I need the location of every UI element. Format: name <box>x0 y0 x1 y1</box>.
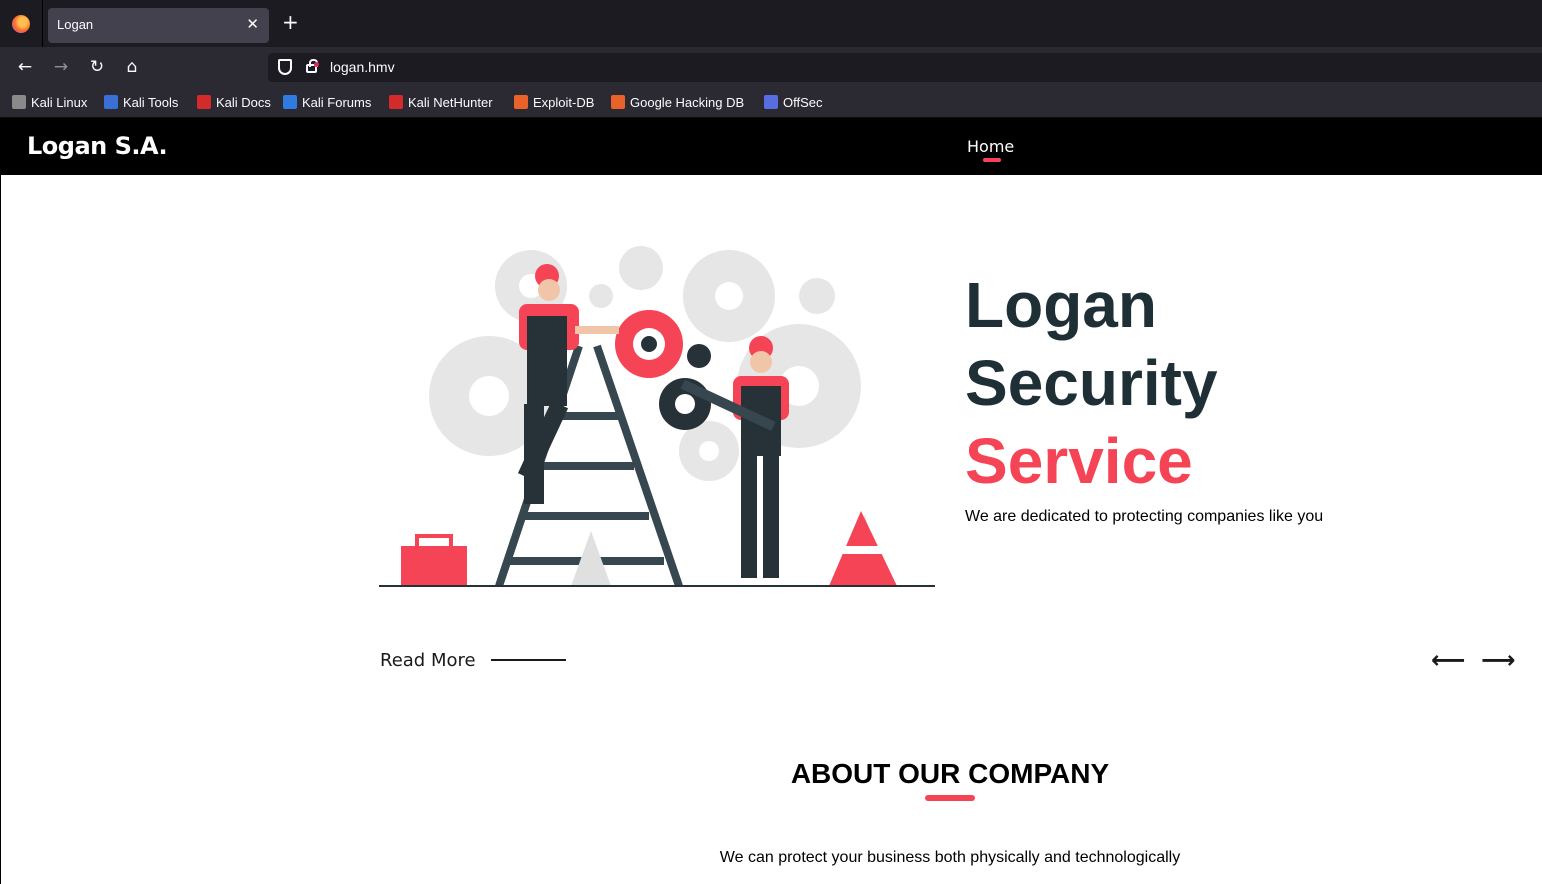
back-arrow-icon[interactable]: ← <box>14 56 36 78</box>
bookmark-item[interactable]: Exploit-DB <box>514 95 594 111</box>
bookmark-label: OffSec <box>783 95 823 110</box>
bookmark-item[interactable]: Kali NetHunter <box>389 95 493 111</box>
bookmark-item[interactable]: OffSec <box>764 95 823 111</box>
new-tab-button[interactable]: + <box>282 12 299 32</box>
hero-title-line-2: Security <box>965 347 1218 419</box>
bookmark-favicon-icon <box>197 95 211 109</box>
hero-title: Logan Security Service <box>965 266 1218 500</box>
read-more-line <box>491 659 566 661</box>
toolbox-icon <box>401 546 467 586</box>
browser-tab[interactable]: Logan ✕ <box>48 8 269 43</box>
hero-title-accent: Service <box>965 425 1193 497</box>
bookmark-label: Kali Forums <box>302 95 372 110</box>
bookmark-label: Google Hacking DB <box>630 95 745 110</box>
url-text[interactable]: logan.hmv <box>330 59 395 75</box>
bookmark-label: Kali Linux <box>31 95 88 110</box>
bookmark-label: Kali Tools <box>123 95 179 110</box>
tab-title: Logan <box>57 17 94 32</box>
insecure-lock-icon[interactable] <box>306 59 319 73</box>
hero-illustration <box>379 246 935 588</box>
bookmark-favicon-icon <box>12 95 26 109</box>
close-icon[interactable]: ✕ <box>246 15 259 33</box>
carousel-prev-arrow-icon[interactable]: ⟵ <box>1431 646 1465 674</box>
about-section-title: ABOUT OUR COMPANY <box>790 758 1110 789</box>
bookmark-item[interactable]: Kali Docs <box>197 95 271 111</box>
bookmark-item[interactable]: Kali Linux <box>12 95 87 111</box>
bookmark-favicon-icon <box>514 95 528 109</box>
bookmark-item[interactable]: Google Hacking DB <box>611 95 744 111</box>
bookmark-label: Kali NetHunter <box>408 95 493 110</box>
firefox-icon[interactable] <box>12 15 30 33</box>
home-icon[interactable]: ⌂ <box>121 56 143 78</box>
nav-link-home[interactable]: Home <box>967 137 1014 156</box>
carousel-next-arrow-icon[interactable]: ⟶ <box>1481 646 1515 674</box>
tab-strip: Logan ✕ + <box>0 0 1542 47</box>
hero-subtitle: We are dedicated to protecting companies… <box>965 508 1324 525</box>
address-bar[interactable]: logan.hmv <box>268 53 1542 82</box>
bookmarks-toolbar: Kali Linux Kali Tools Kali Docs Kali Forums… <box>0 87 1542 118</box>
tab-separator <box>42 0 43 47</box>
bookmark-favicon-icon <box>611 95 625 109</box>
hero-title-line-1: Logan <box>965 269 1157 341</box>
reload-icon[interactable]: ↻ <box>86 56 108 78</box>
bookmark-favicon-icon <box>283 95 297 109</box>
read-more-link[interactable]: Read More <box>380 650 476 671</box>
bookmark-label: Exploit-DB <box>533 95 595 110</box>
bookmark-item[interactable]: Kali Tools <box>104 95 178 111</box>
about-title-underline <box>925 795 975 801</box>
bookmark-favicon-icon <box>389 95 403 109</box>
forward-arrow-icon[interactable]: → <box>50 56 72 78</box>
site-brand-logo[interactable]: Logan S.A. <box>27 132 168 160</box>
page-content: Logan S.A. Home Logan Security Service W… <box>0 118 1542 884</box>
bookmark-label: Kali Docs <box>216 95 271 110</box>
bookmark-favicon-icon <box>104 95 118 109</box>
nav-active-indicator <box>983 158 1001 162</box>
tracking-protection-shield-icon[interactable] <box>278 59 292 75</box>
site-header: Logan S.A. Home <box>1 118 1542 175</box>
about-section-text: We can protect your business both physic… <box>719 849 1181 866</box>
bookmark-favicon-icon <box>764 95 778 109</box>
bookmark-item[interactable]: Kali Forums <box>283 95 371 111</box>
browser-navbar: ← → ↻ ⌂ logan.hmv <box>0 47 1542 87</box>
